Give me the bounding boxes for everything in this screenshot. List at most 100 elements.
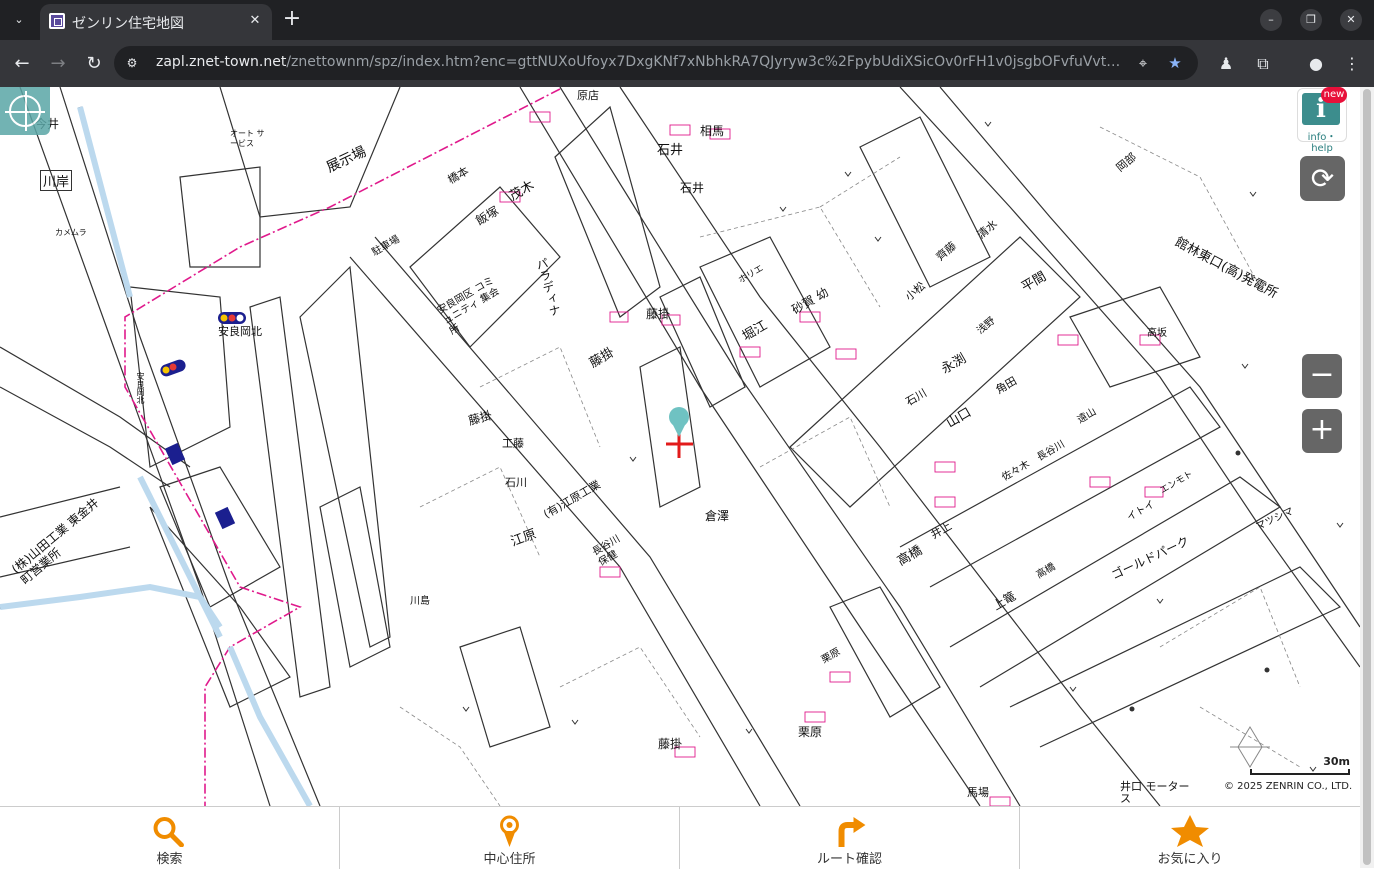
address-bar[interactable]: ⚙ zapl.znet-town.net/znettownm/spz/index… [114, 46, 1198, 80]
label-kudou: 工藤 [502, 437, 524, 450]
label-kayama: 馬場 [967, 786, 989, 799]
label-fujikake-3: 藤掛 [646, 307, 671, 321]
label-fujikake-2: 藤掛 [466, 408, 494, 428]
residential-map[interactable]: 展示場 川岸 今井 カメムラ オート サービス 橋本 茂木 飯塚 駐車場 パラデ… [0, 87, 1360, 806]
label-nagafuchi: 永渕 [938, 351, 970, 378]
label-anryo-kita: 安良岡北 [218, 325, 262, 338]
route-nav-button[interactable]: ルート確認 [680, 807, 1020, 869]
label-paradise: パラディナ [533, 256, 563, 318]
bookmark-star-icon[interactable]: ★ [1166, 54, 1184, 72]
label-komatsu: 小松 [902, 279, 928, 304]
label-chushajo: 駐車場 [370, 233, 402, 259]
label-yamada-kogyo: (株)山田工業 東金井町営業所 [8, 495, 102, 588]
label-kosaka: 高坂 [1147, 328, 1167, 339]
active-tab[interactable]: ゼンリン住宅地図 ✕ [40, 4, 272, 40]
label-saito: 齊藤 [933, 239, 959, 264]
map-scale: 30m [1250, 755, 1350, 777]
label-kuribara-1: 栗原 [819, 646, 843, 666]
search-magnifier-icon [153, 817, 184, 847]
crosshair-locate-icon [5, 91, 45, 131]
browser-toolbar: ← → ↻ ⚙ zapl.znet-town.net/znettownm/spz… [0, 40, 1374, 87]
label-yadaka: 飯塚 [473, 203, 502, 228]
label-ishii-1: 石井 [657, 143, 684, 158]
label-gold-park: ゴールドパーク [1109, 533, 1192, 583]
center-address-nav-button[interactable]: 中心住所 [340, 807, 680, 869]
minimize-window-icon[interactable]: – [1260, 9, 1282, 31]
new-tab-plus-icon[interactable]: + [280, 8, 304, 32]
label-genten: 原店 [577, 89, 599, 102]
label-kawagishi: 川岸 [40, 170, 73, 191]
page-scrollbar[interactable] [1360, 87, 1374, 868]
location-pin-icon[interactable]: ⌖ [1134, 54, 1152, 72]
new-badge: new [1321, 87, 1347, 103]
tab-title: ゼンリン住宅地図 [72, 16, 184, 32]
label-kamemura: カメムラ [55, 228, 87, 237]
favorites-star-icon [1171, 815, 1209, 847]
plus-icon: + [1309, 412, 1335, 447]
back-arrow-icon[interactable]: ← [9, 51, 35, 77]
zoom-out-button[interactable]: − [1302, 354, 1342, 398]
copyright-text: © 2025 ZENRIN CO., LTD. [1224, 781, 1353, 792]
tab-search-chevron-icon[interactable]: ⌄ [6, 8, 32, 32]
label-kamigawa: 岡部 [1113, 150, 1139, 175]
label-kawashima: 川島 [410, 596, 430, 607]
label-ishikawa-1: 石川 [505, 476, 527, 489]
info-help-label: info・help [1307, 132, 1337, 154]
label-shigeki: 茂木 [506, 178, 538, 205]
minus-icon: − [1309, 357, 1335, 392]
close-tab-icon[interactable]: ✕ [246, 12, 264, 30]
map-labels: 展示場 川岸 今井 カメムラ オート サービス 橋本 茂木 飯塚 駐車場 パラデ… [0, 87, 1360, 806]
scale-label: 30m [1323, 755, 1350, 768]
label-toyama: 遠山 [1075, 406, 1099, 426]
label-ishikawa-2: 石川 [903, 386, 930, 409]
site-info-tune-icon[interactable]: ⚙ [124, 55, 140, 71]
url-text[interactable]: zapl.znet-town.net/znettownm/spz/index.h… [156, 54, 1126, 70]
extensions-puzzle-icon[interactable]: ⧉ [1251, 52, 1275, 76]
label-horie: ホリエ [737, 263, 766, 286]
label-asano: 浅野 [975, 315, 998, 337]
label-itoi: イトイ [1125, 498, 1157, 524]
label-sasaki: 佐々木 [1000, 458, 1032, 484]
map-pin-icon [500, 815, 519, 847]
scale-bar [1250, 769, 1350, 775]
label-uemura: 上篭 [990, 588, 1019, 613]
scrollbar-thumb[interactable] [1363, 89, 1371, 865]
center-address-label: 中心住所 [483, 852, 536, 867]
label-kurasawa: 倉澤 [705, 509, 730, 523]
extension-avatar-icon[interactable]: ♟ [1214, 52, 1238, 76]
favorites-nav-button[interactable]: お気に入り [1020, 807, 1360, 869]
info-help-button[interactable]: i new info・help [1297, 87, 1347, 154]
label-hasegawa-hoken: 長谷川 保健 [590, 533, 623, 569]
label-shimizu: 清水 [974, 217, 1000, 242]
favorites-label: お気に入り [1157, 852, 1223, 867]
forward-arrow-icon[interactable]: → [45, 51, 71, 77]
label-hirama: 平間 [1018, 269, 1050, 296]
label-tatebayashi-hatsudensho: 館林東口(高)発電所 [1172, 234, 1281, 302]
route-turn-arrow-icon [838, 817, 866, 847]
label-fujikake-1: 藤掛 [586, 345, 618, 372]
label-takahashi-2: 高橋 [1034, 561, 1058, 581]
reload-icon[interactable]: ↻ [81, 51, 107, 77]
profile-icon[interactable]: ● [1304, 52, 1328, 76]
label-kuribara-2: 栗原 [798, 725, 823, 739]
label-anryo-community: 安良岡区 コミュニティ 集会所 [435, 275, 502, 338]
search-nav-button[interactable]: 検索 [0, 807, 340, 869]
restore-window-icon[interactable]: ❐ [1300, 9, 1322, 31]
current-location-button[interactable] [0, 87, 50, 135]
label-yamaguchi: 山口 [943, 405, 975, 432]
label-fujikake-4: 藤掛 [658, 737, 683, 751]
bottom-navigation: 検索 中心住所 ルート確認 お気に入り [0, 806, 1360, 869]
label-ishii-2: 石井 [680, 181, 705, 195]
label-inoue: 井上 [928, 519, 955, 542]
zenrin-favicon-icon [49, 13, 65, 29]
chrome-menu-icon[interactable]: ⋮ [1340, 52, 1364, 76]
label-enomoto: エンモト [1158, 469, 1195, 497]
search-label: 検索 [156, 852, 183, 867]
label-aihara: 相馬 [700, 124, 725, 138]
label-auto-service: オート サービス [230, 129, 265, 148]
label-eto: 江原 [508, 526, 539, 550]
label-sunaga: 砂賀 幼 [789, 284, 831, 317]
zoom-in-button[interactable]: + [1302, 409, 1342, 453]
close-window-icon[interactable]: ✕ [1340, 9, 1362, 31]
rotate-refresh-button[interactable]: ⟳ [1300, 156, 1345, 201]
